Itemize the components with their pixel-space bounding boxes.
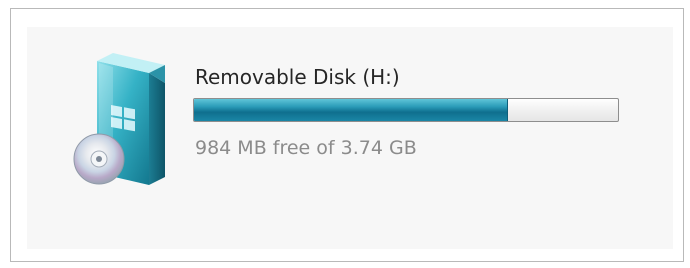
disk-usage-bar	[193, 98, 619, 122]
drive-name: Removable Disk (H:)	[195, 65, 400, 89]
drive-tile-frame: Removable Disk (H:) 984 MB free of 3.74 …	[10, 8, 684, 262]
drive-tile[interactable]: Removable Disk (H:) 984 MB free of 3.74 …	[27, 27, 673, 249]
drive-free-space: 984 MB free of 3.74 GB	[195, 137, 417, 159]
drive-item[interactable]: Removable Disk (H:) 984 MB free of 3.74 …	[27, 27, 673, 249]
removable-disk-icon	[73, 53, 165, 185]
disk-usage-fill	[194, 99, 508, 121]
